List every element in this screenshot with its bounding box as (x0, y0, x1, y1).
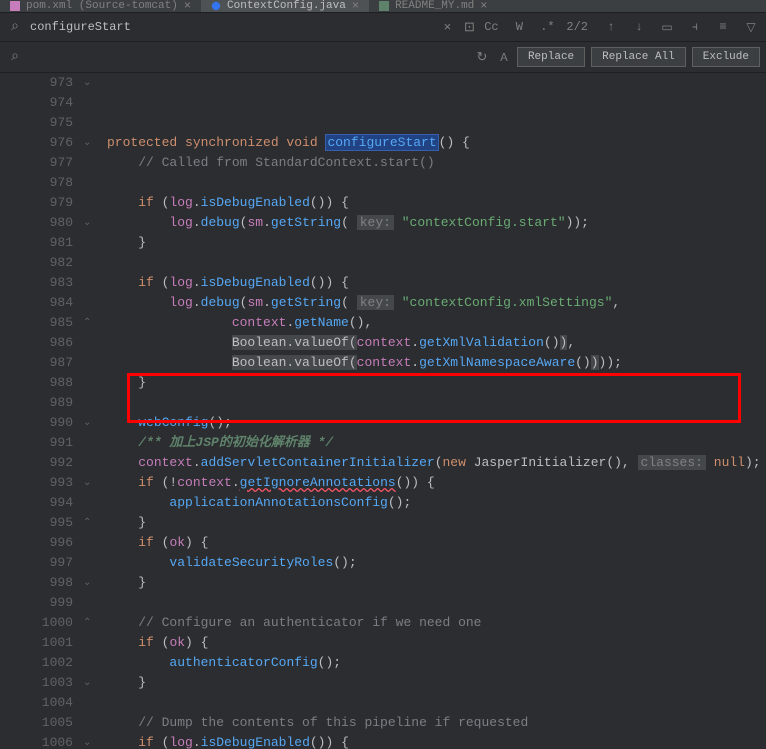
prev-match-icon[interactable]: ↑ (602, 18, 620, 36)
code-line[interactable] (107, 693, 766, 713)
tab-label: ContextConfig.java (227, 0, 346, 12)
search-icon: ⌕ (6, 49, 24, 65)
code-line[interactable] (107, 173, 766, 193)
code-line[interactable]: // Dump the contents of this pipeline if… (107, 713, 766, 733)
code-line[interactable]: } (107, 233, 766, 253)
replace-button[interactable]: Replace (517, 47, 585, 67)
code-line[interactable]: protected synchronized void configureSta… (107, 133, 766, 153)
code-line[interactable]: Boolean.valueOf(context.getXmlValidation… (107, 333, 766, 353)
match-case-toggle[interactable]: Cc (482, 18, 500, 36)
match-count: 2/2 (566, 20, 588, 34)
code-line[interactable]: } (107, 673, 766, 693)
code-line[interactable]: log.debug(sm.getString( key: "contextCon… (107, 293, 766, 313)
code-line[interactable] (107, 393, 766, 413)
replace-all-button[interactable]: Replace All (591, 47, 686, 67)
search-input[interactable] (28, 19, 434, 35)
xml-icon (10, 1, 20, 11)
preserve-case-icon[interactable]: Ａ (495, 48, 513, 66)
code-line[interactable]: context.getName(), (107, 313, 766, 333)
regex-toggle[interactable]: .* (538, 18, 556, 36)
code-line[interactable]: if (log.isDebugEnabled()) { (107, 273, 766, 293)
code-line[interactable]: context.addServletContainerInitializer(n… (107, 453, 766, 473)
code-line[interactable]: applicationAnnotationsConfig(); (107, 493, 766, 513)
tab[interactable]: ContextConfig.java × (201, 0, 369, 12)
tab-label: pom.xml (Source-tomcat) (26, 0, 178, 12)
code-line[interactable]: } (107, 573, 766, 593)
tab-label: README_MY.md (395, 0, 474, 12)
tab[interactable]: pom.xml (Source-tomcat) × (0, 0, 201, 12)
code-line[interactable]: if (log.isDebugEnabled()) { (107, 733, 766, 749)
code-line[interactable] (107, 593, 766, 613)
search-icon: ⌕ (6, 19, 24, 35)
close-icon[interactable]: × (480, 0, 487, 13)
words-toggle[interactable]: W (510, 18, 528, 36)
settings-icon[interactable]: ≡ (714, 18, 732, 36)
editor-tabs: pom.xml (Source-tomcat)×ContextConfig.ja… (0, 0, 766, 13)
code-line[interactable]: // Configure an authenticator if we need… (107, 613, 766, 633)
fold-icon[interactable]: ⌄ (83, 77, 91, 89)
replace-bar: ⌕ ↻ Ａ Replace Replace All Exclude (0, 42, 766, 73)
fold-icon[interactable]: ⌄ (83, 137, 91, 149)
code-line[interactable]: webConfig(); (107, 413, 766, 433)
find-bar: ⌕ × ⊡ Cc W .* 2/2 ↑ ↓ ▭ ⫞ ≡ ▽ (0, 13, 766, 42)
code-line[interactable]: // Called from StandardContext.start() (107, 153, 766, 173)
close-icon[interactable]: × (184, 0, 191, 13)
fold-icon[interactable]: ⌄ (83, 217, 91, 229)
fold-icon[interactable]: ⌃ (83, 517, 91, 529)
code-line[interactable]: /** 加上JSP的初始化解析器 */ (107, 433, 766, 453)
code-line[interactable]: if (!context.getIgnoreAnnotations()) { (107, 473, 766, 493)
exclude-button[interactable]: Exclude (692, 47, 760, 67)
clear-icon[interactable]: × (438, 18, 456, 36)
code-line[interactable]: if (log.isDebugEnabled()) { (107, 193, 766, 213)
fold-icon[interactable]: ⌃ (83, 617, 91, 629)
fold-icon[interactable]: ⌄ (83, 677, 91, 689)
code-line[interactable]: } (107, 373, 766, 393)
code-line[interactable]: Boolean.valueOf(context.getXmlNamespaceA… (107, 353, 766, 373)
code-line[interactable]: if (ok) { (107, 633, 766, 653)
java-icon (211, 1, 221, 11)
fold-icon[interactable]: ⌄ (83, 417, 91, 429)
fold-icon[interactable]: ⌄ (83, 577, 91, 589)
history-icon[interactable]: ↻ (473, 48, 491, 66)
code-line[interactable]: if (ok) { (107, 533, 766, 553)
code-area[interactable]: protected synchronized void configureSta… (99, 73, 766, 749)
code-line[interactable]: validateSecurityRoles(); (107, 553, 766, 573)
select-all-icon[interactable]: ▭ (658, 18, 676, 36)
fold-icon[interactable]: ⌄ (83, 737, 91, 749)
md-icon (379, 1, 389, 11)
code-line[interactable]: } (107, 513, 766, 533)
tab[interactable]: README_MY.md × (369, 0, 497, 12)
fold-icon[interactable]: ⌄ (83, 477, 91, 489)
code-line[interactable] (107, 253, 766, 273)
code-line[interactable]: log.debug(sm.getString( key: "contextCon… (107, 213, 766, 233)
code-line[interactable]: authenticatorConfig(); (107, 653, 766, 673)
next-match-icon[interactable]: ↓ (630, 18, 648, 36)
pin-icon[interactable]: ⊡ (460, 18, 478, 36)
new-window-icon[interactable]: ⫞ (686, 18, 704, 36)
line-gutter: 9739749759769779789799809819829839849859… (17, 73, 79, 749)
replace-input[interactable] (28, 49, 469, 65)
code-editor[interactable]: 9739749759769779789799809819829839849859… (0, 73, 766, 749)
fold-icon[interactable]: ⌃ (83, 317, 91, 329)
filter-icon[interactable]: ▽ (742, 18, 760, 36)
close-icon[interactable]: × (352, 0, 359, 13)
fold-gutter[interactable]: ⌄ ⌄ ⌄ ⌃ ⌄ ⌄ ⌃ ⌄ ⌃ ⌄ ⌄ (79, 73, 99, 749)
